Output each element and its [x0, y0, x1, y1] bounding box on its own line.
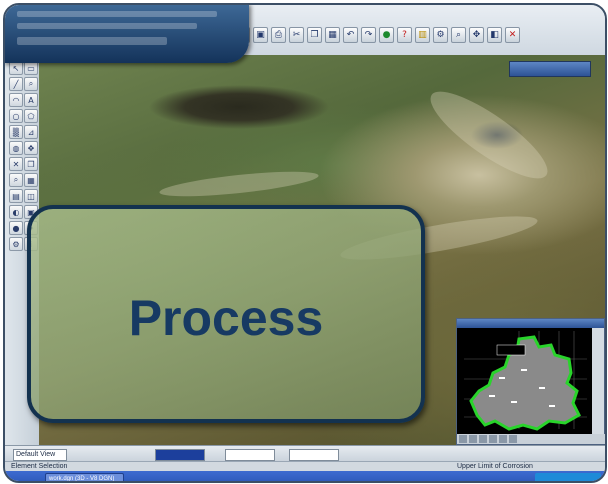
coord-field-c[interactable] [289, 449, 339, 461]
layer-icon[interactable]: ▥ [415, 27, 430, 43]
layer-tool-icon[interactable]: ▤ [9, 189, 23, 203]
coord-field-a[interactable] [155, 449, 205, 461]
system-tray [535, 473, 601, 481]
process-overlay-box: Process [27, 205, 425, 423]
fence-tool-icon[interactable]: ▭ [24, 61, 38, 75]
title-ghost-line [17, 11, 217, 17]
map-tool-icon[interactable] [499, 435, 507, 443]
slide-frame: ▤ ▣ ⎙ ✂ ❐ ▦ ↶ ↷ ● ? ▥ ⚙ ⌕ ✥ ◧ ✕ ↖ ▭ ╱ ⌕ … [3, 3, 607, 483]
terrain-ridge [420, 78, 558, 192]
map-tool-icon[interactable] [459, 435, 467, 443]
map-tool-icon[interactable] [479, 435, 487, 443]
title-ghost-line [17, 37, 167, 45]
move-tool-icon[interactable]: ✥ [24, 141, 38, 155]
print-icon[interactable]: ⎙ [271, 27, 286, 43]
toolbar-icon-row: ▤ ▣ ⎙ ✂ ❐ ▦ ↶ ↷ ● ? ▥ ⚙ ⌕ ✥ ◧ ✕ [235, 27, 520, 45]
search-tool-icon[interactable]: ⌕ [9, 173, 23, 187]
copy-tool-icon[interactable]: ❐ [24, 157, 38, 171]
mini-window-titlebar[interactable] [509, 61, 591, 77]
close-icon[interactable]: ✕ [505, 27, 520, 43]
overview-map-scrollbar[interactable] [592, 328, 604, 434]
copy-icon[interactable]: ❐ [307, 27, 322, 43]
delete-tool-icon[interactable]: ✕ [9, 157, 23, 171]
coord-field-b[interactable] [225, 449, 275, 461]
undo-icon[interactable]: ↶ [343, 27, 358, 43]
shape-tool-icon[interactable]: ⬠ [24, 109, 38, 123]
settings-icon[interactable]: ⚙ [433, 27, 448, 43]
globe-tool-icon[interactable]: ◍ [9, 141, 23, 155]
help-icon[interactable]: ? [397, 27, 412, 43]
globe-icon[interactable]: ● [379, 27, 394, 43]
layers-icon[interactable]: ◧ [487, 27, 502, 43]
overview-map-window[interactable] [456, 318, 605, 445]
pan-icon[interactable]: ✥ [469, 27, 484, 43]
overview-map-titlebar[interactable] [457, 319, 604, 328]
measure-tool-icon[interactable]: ⊿ [24, 125, 38, 139]
sphere-tool-icon[interactable]: ● [9, 221, 23, 235]
paint-tool-icon[interactable]: ▒ [9, 125, 23, 139]
map-tool-icon[interactable] [509, 435, 517, 443]
render-tool-icon[interactable]: ◐ [9, 205, 23, 219]
overview-map[interactable] [459, 329, 590, 434]
select-tool-icon[interactable]: ↖ [9, 61, 23, 75]
zoom-icon[interactable]: ⌕ [451, 27, 466, 43]
map-label-box [496, 344, 526, 356]
map-tool-icon[interactable] [489, 435, 497, 443]
line-tool-icon[interactable]: ╱ [9, 77, 23, 91]
view-select[interactable]: Default View [13, 449, 67, 461]
save-icon[interactable]: ▣ [253, 27, 268, 43]
redo-icon[interactable]: ↷ [361, 27, 376, 43]
cut-icon[interactable]: ✂ [289, 27, 304, 43]
paste-icon[interactable]: ▦ [325, 27, 340, 43]
text-tool-icon[interactable]: A [24, 93, 38, 107]
grid-tool-icon[interactable]: ▦ [24, 173, 38, 187]
arc-tool-icon[interactable]: ◠ [9, 93, 23, 107]
view-tool-icon[interactable]: ◫ [24, 189, 38, 203]
taskbar: work.dgn (3D - V8 DGN) [5, 471, 605, 481]
overview-map-tools [457, 434, 605, 444]
circle-tool-icon[interactable]: ○ [9, 109, 23, 123]
map-tool-icon[interactable] [469, 435, 477, 443]
title-overlay [5, 5, 249, 63]
terrain-ridge [158, 166, 320, 202]
title-ghost-line [17, 23, 197, 29]
view-toolbar: Default View [5, 445, 605, 462]
zoom-tool-icon[interactable]: ⌕ [24, 77, 38, 91]
process-heading: Process [128, 290, 324, 346]
taskbar-task-button[interactable]: work.dgn (3D - V8 DGN) [45, 473, 124, 481]
settings-tool-icon[interactable]: ⚙ [9, 237, 23, 251]
